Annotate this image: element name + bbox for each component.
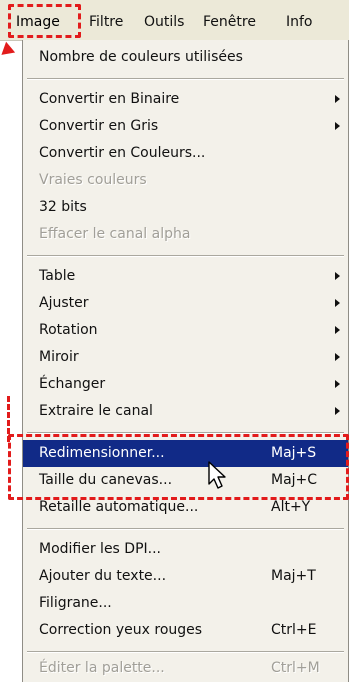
submenu-arrow-icon bbox=[335, 95, 340, 103]
mouse-cursor-icon bbox=[208, 461, 226, 489]
menu-item-32-bits[interactable]: 32 bits bbox=[23, 194, 348, 221]
menu-item-label: Table bbox=[39, 268, 76, 284]
menu-item-label: Échanger bbox=[39, 376, 106, 392]
menu-item-shortcut: Maj+S bbox=[271, 445, 317, 461]
menu-item-label: Ajuster bbox=[39, 295, 89, 311]
menu-info[interactable]: Info bbox=[286, 12, 313, 32]
menu-item-retaille-auto[interactable]: Retaille automatique... Alt+Y bbox=[23, 494, 348, 521]
menu-item-ajuster[interactable]: Ajuster bbox=[23, 290, 348, 317]
menu-separator bbox=[27, 432, 344, 434]
menu-item-editer-palette: Éditer la palette... Ctrl+M bbox=[23, 655, 348, 682]
menu-item-extraire-canal[interactable]: Extraire le canal bbox=[23, 398, 348, 425]
menu-item-label: Redimensionner... bbox=[39, 445, 165, 461]
menu-item-convertir-gris[interactable]: Convertir en Gris bbox=[23, 113, 348, 140]
submenu-arrow-icon bbox=[335, 326, 340, 334]
menu-item-modifier-dpi[interactable]: Modifier les DPI... bbox=[23, 536, 348, 563]
menu-item-label: Nombre de couleurs utilisées bbox=[39, 49, 243, 65]
submenu-arrow-icon bbox=[335, 299, 340, 307]
menu-item-label: Filigrane... bbox=[39, 595, 112, 611]
menu-item-ajouter-texte[interactable]: Ajouter du texte... Maj+T bbox=[23, 563, 348, 590]
menu-item-label: Correction yeux rouges bbox=[39, 622, 203, 638]
menu-item-label: Modifier les DPI... bbox=[39, 541, 162, 557]
menu-item-label: Rotation bbox=[39, 322, 98, 338]
menu-separator bbox=[27, 78, 344, 80]
submenu-arrow-icon bbox=[335, 380, 340, 388]
menu-item-label: Extraire le canal bbox=[39, 403, 153, 419]
menu-item-label: Ajouter du texte... bbox=[39, 568, 167, 584]
menu-image[interactable]: Image bbox=[16, 12, 60, 32]
menu-item-shortcut: Ctrl+M bbox=[271, 660, 320, 676]
menu-filtre[interactable]: Filtre bbox=[89, 12, 123, 32]
submenu-arrow-icon bbox=[335, 407, 340, 415]
menu-separator bbox=[27, 255, 344, 257]
menu-item-miroir[interactable]: Miroir bbox=[23, 344, 348, 371]
menu-item-table[interactable]: Table bbox=[23, 263, 348, 290]
menu-item-shortcut: Maj+C bbox=[271, 472, 318, 488]
menu-bar: Image Filtre Outils Fenêtre Info bbox=[0, 0, 349, 41]
submenu-arrow-icon bbox=[335, 272, 340, 280]
menu-outils[interactable]: Outils bbox=[144, 12, 184, 32]
menu-item-label: Convertir en Gris bbox=[39, 118, 159, 134]
annotation-arrow-icon bbox=[0, 41, 16, 61]
menu-item-convertir-couleurs[interactable]: Convertir en Couleurs... bbox=[23, 140, 348, 167]
image-dropdown-menu: Nombre de couleurs utilisées Convertir e… bbox=[22, 40, 349, 682]
annotation-connector-line bbox=[0, 396, 10, 442]
submenu-arrow-icon bbox=[335, 353, 340, 361]
menu-item-label: Miroir bbox=[39, 349, 79, 365]
menu-item-shortcut: Ctrl+E bbox=[271, 622, 317, 638]
menu-separator bbox=[27, 528, 344, 530]
submenu-arrow-icon bbox=[335, 122, 340, 130]
menu-item-effacer-canal-alpha: Effacer le canal alpha bbox=[23, 221, 348, 248]
menu-item-label: Taille du canevas... bbox=[39, 472, 173, 488]
menu-item-filigrane[interactable]: Filigrane... bbox=[23, 590, 348, 617]
menu-item-label: Effacer le canal alpha bbox=[39, 226, 191, 242]
menu-item-label: Convertir en Couleurs... bbox=[39, 145, 206, 161]
menu-item-label: Éditer la palette... bbox=[39, 660, 165, 676]
menu-item-label: 32 bits bbox=[39, 199, 87, 215]
menu-item-rotation[interactable]: Rotation bbox=[23, 317, 348, 344]
menu-item-redimensionner[interactable]: Redimensionner... Maj+S bbox=[23, 440, 348, 467]
menu-fenetre[interactable]: Fenêtre bbox=[203, 12, 256, 32]
menu-item-vraies-couleurs: Vraies couleurs bbox=[23, 167, 348, 194]
menu-separator bbox=[27, 651, 344, 653]
menu-item-label: Vraies couleurs bbox=[39, 172, 147, 188]
menu-item-convertir-binaire[interactable]: Convertir en Binaire bbox=[23, 86, 348, 113]
menu-item-correction-yeux-rouges[interactable]: Correction yeux rouges Ctrl+E bbox=[23, 617, 348, 644]
menu-item-shortcut: Maj+T bbox=[271, 568, 316, 584]
menu-item-label: Retaille automatique... bbox=[39, 499, 199, 515]
menu-item-label: Convertir en Binaire bbox=[39, 91, 180, 107]
menu-item-shortcut: Alt+Y bbox=[271, 499, 311, 515]
menu-item-taille-canevas[interactable]: Taille du canevas... Maj+C bbox=[23, 467, 348, 494]
menu-item-echanger[interactable]: Échanger bbox=[23, 371, 348, 398]
menu-item-nombre-couleurs[interactable]: Nombre de couleurs utilisées bbox=[23, 44, 348, 71]
